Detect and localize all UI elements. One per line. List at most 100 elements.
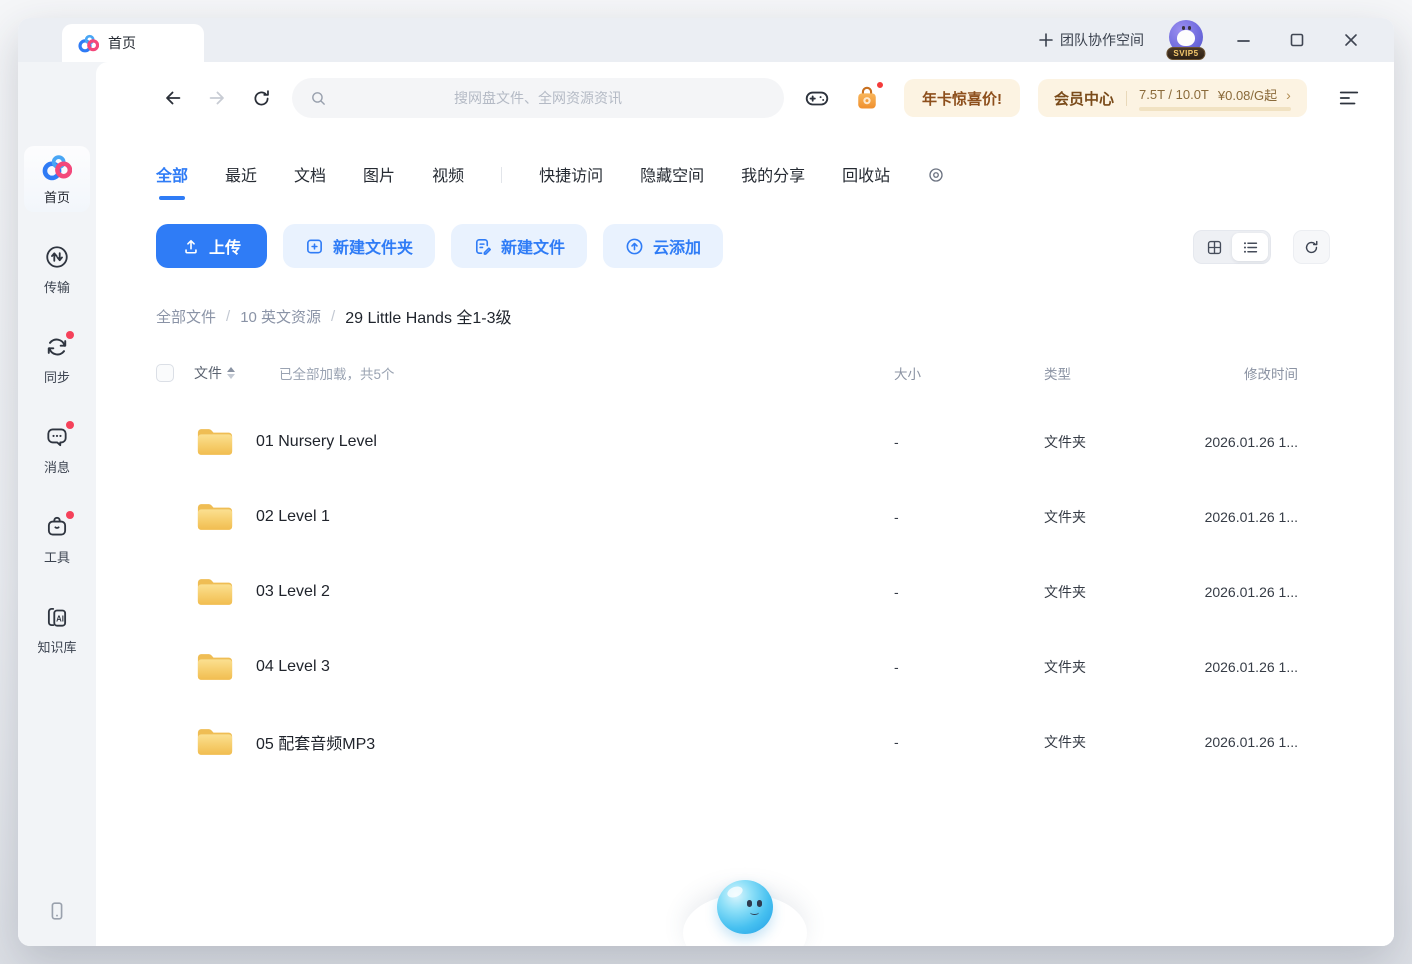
maximize-button[interactable] bbox=[1280, 23, 1314, 57]
new-folder-icon bbox=[305, 237, 324, 256]
desktop-background: 首页 团队协作空间 SVIP5 bbox=[0, 0, 1412, 964]
grid-view-button[interactable] bbox=[1196, 233, 1232, 261]
sidebar-item-home[interactable]: 首页 bbox=[24, 146, 90, 212]
member-center-button[interactable]: 会员中心 7.5T / 10.0T ¥0.08/G起 › bbox=[1038, 79, 1307, 117]
size-column-label: 大小 bbox=[788, 363, 938, 383]
folder-icon bbox=[196, 575, 234, 608]
storage-progress-bar bbox=[1139, 107, 1291, 111]
games-icon[interactable] bbox=[800, 81, 834, 115]
modified-column-label: 修改时间 bbox=[1088, 363, 1298, 383]
file-type: 文件夹 bbox=[938, 732, 1088, 752]
file-type: 文件夹 bbox=[938, 657, 1088, 677]
message-icon bbox=[42, 422, 72, 452]
tab-documents[interactable]: 文档 bbox=[294, 162, 326, 188]
new-file-button[interactable]: 新建文件 bbox=[451, 224, 587, 268]
select-all-checkbox[interactable] bbox=[156, 364, 174, 382]
tab-recycle-bin[interactable]: 回收站 bbox=[842, 162, 890, 188]
reload-button[interactable] bbox=[244, 81, 278, 115]
shop-bag-icon[interactable] bbox=[850, 81, 884, 115]
file-modified: 2026.01.26 1... bbox=[1088, 584, 1298, 600]
file-name: 04 Level 3 bbox=[256, 658, 330, 676]
member-center-label: 会员中心 bbox=[1054, 88, 1114, 109]
refresh-list-button[interactable] bbox=[1293, 230, 1330, 264]
notification-dot bbox=[66, 421, 74, 429]
sidebar-label: 工具 bbox=[44, 547, 70, 566]
app-window: 首页 团队协作空间 SVIP5 bbox=[18, 18, 1394, 946]
upload-icon bbox=[182, 237, 200, 255]
sidebar-item-sync[interactable]: 同步 bbox=[24, 326, 90, 392]
file-name: 02 Level 1 bbox=[256, 508, 330, 526]
file-row[interactable]: 01 Nursery Level - 文件夹 2026.01.26 1... bbox=[96, 404, 1394, 479]
home-tab[interactable]: 首页 bbox=[62, 24, 204, 62]
storage-price: ¥0.08/G起 bbox=[1218, 85, 1277, 104]
category-settings-icon[interactable] bbox=[927, 166, 945, 184]
breadcrumb-separator: / bbox=[226, 308, 230, 325]
breadcrumb-current: 29 Little Hands 全1-3级 bbox=[345, 304, 511, 328]
sidebar-label: 传输 bbox=[44, 277, 70, 296]
svip-badge: SVIP5 bbox=[1166, 47, 1205, 60]
netdisk-logo-icon bbox=[42, 152, 72, 182]
search-bar[interactable] bbox=[292, 78, 784, 118]
team-space-button[interactable]: 团队协作空间 bbox=[1039, 30, 1144, 50]
file-type: 文件夹 bbox=[938, 432, 1088, 452]
mobile-app-icon[interactable] bbox=[46, 900, 68, 922]
cloud-add-button[interactable]: 云添加 bbox=[603, 224, 723, 268]
upload-button[interactable]: 上传 bbox=[156, 224, 267, 268]
tab-my-shares[interactable]: 我的分享 bbox=[741, 162, 805, 188]
file-size: - bbox=[788, 434, 938, 450]
view-controls bbox=[1193, 230, 1330, 264]
ai-assistant-mascot[interactable] bbox=[680, 894, 810, 946]
sidebar-item-knowledge[interactable]: AI 知识库 bbox=[24, 596, 90, 662]
promo-button[interactable]: 年卡惊喜价! bbox=[904, 79, 1020, 117]
file-row[interactable]: 05 配套音频MP3 - 文件夹 2026.01.26 1... bbox=[96, 704, 1394, 779]
divider bbox=[1126, 91, 1127, 106]
sidebar-item-tools[interactable]: 工具 bbox=[24, 506, 90, 572]
transfer-icon bbox=[42, 242, 72, 272]
cloud-add-icon bbox=[625, 237, 644, 256]
list-icon bbox=[1242, 239, 1259, 256]
file-row[interactable]: 04 Level 3 - 文件夹 2026.01.26 1... bbox=[96, 629, 1394, 704]
sidebar-item-transfer[interactable]: 传输 bbox=[24, 236, 90, 302]
search-input[interactable] bbox=[292, 78, 784, 118]
new-folder-button[interactable]: 新建文件夹 bbox=[283, 224, 435, 268]
tab-quick-access[interactable]: 快捷访问 bbox=[539, 162, 603, 188]
file-size: - bbox=[788, 584, 938, 600]
list-view-button[interactable] bbox=[1232, 233, 1268, 261]
tab-pictures[interactable]: 图片 bbox=[363, 162, 395, 188]
close-button[interactable] bbox=[1334, 23, 1368, 57]
grid-icon bbox=[1206, 239, 1223, 256]
avatar[interactable]: SVIP5 bbox=[1166, 20, 1206, 60]
tab-recent[interactable]: 最近 bbox=[225, 162, 257, 188]
notification-dot bbox=[66, 331, 74, 339]
list-header: 文件 已全部加载，共5个 大小 类型 修改时间 bbox=[96, 358, 1394, 388]
forward-button[interactable] bbox=[200, 81, 234, 115]
notification-dot bbox=[875, 80, 885, 90]
breadcrumb: 全部文件 / 10 英文资源 / 29 Little Hands 全1-3级 bbox=[156, 304, 1394, 328]
minimize-button[interactable] bbox=[1226, 23, 1260, 57]
tab-videos[interactable]: 视频 bbox=[432, 162, 464, 188]
file-size: - bbox=[788, 659, 938, 675]
breadcrumb-separator: / bbox=[331, 308, 335, 325]
file-name: 03 Level 2 bbox=[256, 583, 330, 601]
sidebar: 首页 传输 bbox=[18, 62, 96, 946]
sync-icon bbox=[42, 332, 72, 362]
file-modified: 2026.01.26 1... bbox=[1088, 734, 1298, 750]
collapse-menu-icon[interactable] bbox=[1332, 81, 1366, 115]
breadcrumb-parent[interactable]: 10 英文资源 bbox=[240, 306, 321, 327]
folder-icon bbox=[196, 650, 234, 683]
type-column-label: 类型 bbox=[938, 363, 1088, 383]
file-row[interactable]: 02 Level 1 - 文件夹 2026.01.26 1... bbox=[96, 479, 1394, 554]
tab-hidden-space[interactable]: 隐藏空间 bbox=[640, 162, 704, 188]
file-size: - bbox=[788, 509, 938, 525]
category-tabs: 全部 最近 文档 图片 视频 快捷访问 隐藏空间 我的分享 回收站 bbox=[156, 162, 1394, 188]
tab-all[interactable]: 全部 bbox=[156, 162, 188, 188]
breadcrumb-root[interactable]: 全部文件 bbox=[156, 306, 216, 327]
sidebar-label: 同步 bbox=[44, 367, 70, 386]
back-button[interactable] bbox=[156, 81, 190, 115]
file-name: 05 配套音频MP3 bbox=[256, 730, 375, 754]
sidebar-item-messages[interactable]: 消息 bbox=[24, 416, 90, 482]
chevron-right-icon: › bbox=[1286, 87, 1291, 103]
titlebar[interactable]: 首页 团队协作空间 SVIP5 bbox=[18, 18, 1394, 62]
sort-toggle[interactable] bbox=[227, 367, 235, 379]
file-row[interactable]: 03 Level 2 - 文件夹 2026.01.26 1... bbox=[96, 554, 1394, 629]
